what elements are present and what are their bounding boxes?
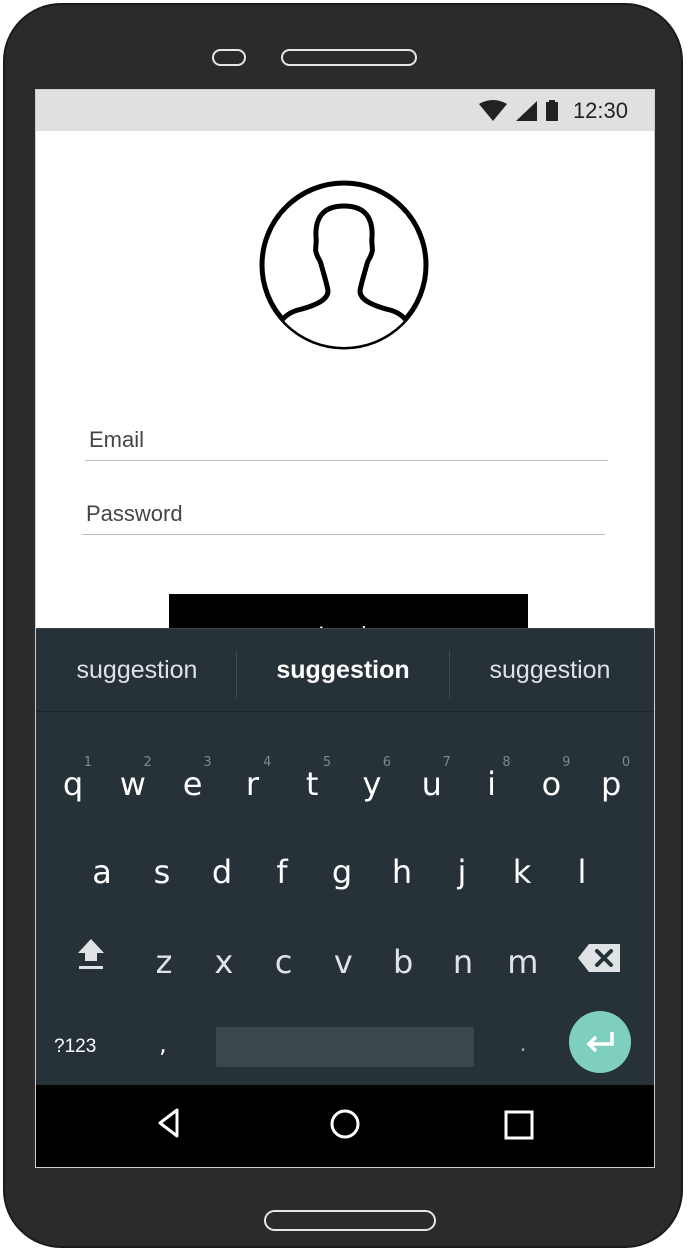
key-number-hint: 4 <box>263 755 272 770</box>
screen: 12:30 Log in suggestion suggestion sugge… <box>35 89 655 1168</box>
password-field[interactable] <box>82 494 605 535</box>
suggestion-right[interactable]: suggestion <box>450 629 650 711</box>
earpiece-speaker <box>281 49 417 66</box>
suggestion-center[interactable]: suggestion <box>243 629 443 711</box>
key-e[interactable]: e3 <box>164 749 222 819</box>
symbols-key[interactable]: ?123 <box>54 1027 96 1067</box>
battery-icon <box>545 99 558 121</box>
key-number-hint: 5 <box>322 755 332 770</box>
key-label: u <box>421 765 442 803</box>
key-number-hint: 7 <box>442 755 451 770</box>
front-camera <box>212 49 246 66</box>
key-s[interactable]: s <box>133 837 191 907</box>
key-label: i <box>487 765 497 803</box>
suggestion-left[interactable]: suggestion <box>37 629 237 711</box>
enter-icon <box>586 1032 614 1053</box>
shift-key-icon[interactable] <box>76 937 106 971</box>
space-key[interactable] <box>216 1027 474 1067</box>
key-b[interactable]: b <box>374 927 432 997</box>
status-bar: 12:30 <box>36 90 654 131</box>
key-a[interactable]: a <box>73 837 131 907</box>
key-label: p <box>601 765 622 803</box>
hardware-home-button[interactable] <box>264 1210 436 1231</box>
key-l[interactable]: l <box>553 837 611 907</box>
key-number-hint: 1 <box>83 755 92 770</box>
key-number-hint: 9 <box>562 755 571 770</box>
navigation-bar <box>36 1085 654 1167</box>
key-label: e <box>182 765 203 803</box>
recents-icon[interactable] <box>503 1107 535 1141</box>
key-c[interactable]: c <box>255 927 313 997</box>
email-field[interactable] <box>85 420 608 461</box>
key-number-hint: 8 <box>502 755 511 770</box>
key-j[interactable]: j <box>433 837 491 907</box>
key-y[interactable]: y6 <box>343 749 401 819</box>
key-label: w <box>119 765 146 803</box>
period-key[interactable]: . <box>494 1009 552 1079</box>
key-h[interactable]: h <box>373 837 431 907</box>
key-label: y <box>362 765 382 803</box>
key-label: o <box>541 765 562 803</box>
key-u[interactable]: u7 <box>403 749 461 819</box>
key-o[interactable]: o9 <box>522 749 580 819</box>
key-d[interactable]: d <box>193 837 251 907</box>
key-z[interactable]: z <box>135 927 193 997</box>
suggestion-bar: suggestion suggestion suggestion <box>36 629 654 712</box>
key-q[interactable]: q1 <box>44 749 102 819</box>
status-clock: 12:30 <box>572 97 628 123</box>
key-t[interactable]: t5 <box>283 749 341 819</box>
key-k[interactable]: k <box>493 837 551 907</box>
email-input[interactable] <box>85 420 608 460</box>
key-number-hint: 0 <box>621 755 631 770</box>
key-number-hint: 2 <box>143 755 152 770</box>
key-label: r <box>245 765 259 803</box>
key-m[interactable]: m <box>494 927 552 997</box>
key-label: t <box>305 765 319 803</box>
key-label: q <box>62 765 84 803</box>
home-icon[interactable] <box>328 1107 362 1141</box>
suggestion-divider <box>236 651 237 699</box>
backspace-key-icon[interactable] <box>577 943 621 973</box>
wifi-icon <box>478 99 507 121</box>
key-g[interactable]: g <box>313 837 371 907</box>
key-i[interactable]: i8 <box>463 749 521 819</box>
key-number-hint: 6 <box>382 755 391 770</box>
key-f[interactable]: f <box>253 837 311 907</box>
password-input[interactable] <box>82 494 605 534</box>
signal-icon <box>515 100 537 121</box>
user-avatar-icon <box>259 180 429 350</box>
key-v[interactable]: v <box>314 927 372 997</box>
soft-keyboard: suggestion suggestion suggestion q1w2e3r… <box>36 628 654 1086</box>
key-r[interactable]: r4 <box>223 749 281 819</box>
back-icon[interactable] <box>155 1107 183 1139</box>
key-number-hint: 3 <box>203 755 212 770</box>
enter-key[interactable] <box>569 1011 631 1073</box>
key-w[interactable]: w2 <box>104 749 162 819</box>
key-p[interactable]: p0 <box>582 749 640 819</box>
key-x[interactable]: x <box>195 927 253 997</box>
comma-key[interactable]: , <box>134 1009 192 1079</box>
key-n[interactable]: n <box>434 927 492 997</box>
